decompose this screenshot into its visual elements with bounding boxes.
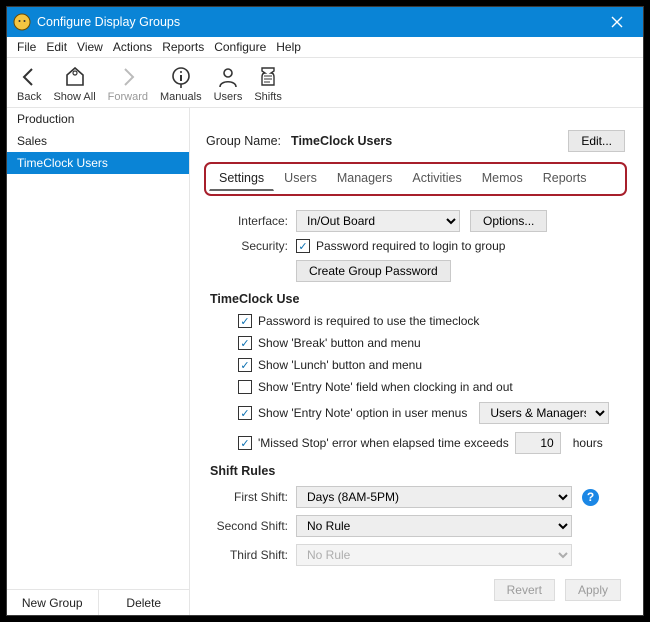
create-password-button[interactable]: Create Group Password <box>296 260 451 282</box>
revert-button[interactable]: Revert <box>494 579 555 601</box>
title-bar: Configure Display Groups <box>7 7 643 37</box>
group-name-label: Group Name: <box>206 134 281 148</box>
chk-show-lunch[interactable]: ✓ <box>238 358 252 372</box>
second-shift-select[interactable]: No Rule <box>296 515 572 537</box>
first-shift-select[interactable]: Days (8AM-5PM) <box>296 486 572 508</box>
chk-entry-note-field[interactable] <box>238 380 252 394</box>
sidebar: Production Sales TimeClock Users New Gro… <box>7 108 190 615</box>
settings-panel: Interface: In/Out Board Options... Secur… <box>200 204 631 573</box>
menu-reports[interactable]: Reports <box>158 38 208 56</box>
security-login-checkbox[interactable]: ✓ <box>296 239 310 253</box>
window: Configure Display Groups File Edit View … <box>6 6 644 616</box>
group-name-value: TimeClock Users <box>291 134 558 148</box>
entry-note-audience-select[interactable]: Users & Managers <box>479 402 609 424</box>
main-panel: Group Name: TimeClock Users Edit... Sett… <box>190 108 643 615</box>
toolbar: Back Show All Forward Manuals Users Shif… <box>7 58 643 108</box>
menu-edit[interactable]: Edit <box>42 38 71 56</box>
interface-select[interactable]: In/Out Board <box>296 210 460 232</box>
chk-entry-note-menu-text: Show 'Entry Note' option in user menus <box>258 406 467 420</box>
tool-manuals-label: Manuals <box>160 91 202 103</box>
tab-strip: Settings Users Managers Activities Memos… <box>204 162 627 196</box>
second-shift-label: Second Shift: <box>210 519 296 533</box>
tool-forward: Forward <box>102 63 154 105</box>
chk-show-break[interactable]: ✓ <box>238 336 252 350</box>
first-shift-label: First Shift: <box>210 490 296 504</box>
tab-reports[interactable]: Reports <box>533 166 597 191</box>
chk-missed-stop-text: 'Missed Stop' error when elapsed time ex… <box>258 436 509 450</box>
tool-shifts[interactable]: Shifts <box>248 63 288 105</box>
tab-activities[interactable]: Activities <box>402 166 471 191</box>
chk-show-lunch-text: Show 'Lunch' button and menu <box>258 358 422 372</box>
tool-users[interactable]: Users <box>208 63 249 105</box>
options-button[interactable]: Options... <box>470 210 547 232</box>
tool-users-label: Users <box>214 91 243 103</box>
group-header: Group Name: TimeClock Users Edit... <box>200 126 631 162</box>
chk-missed-stop[interactable]: ✓ <box>238 436 252 450</box>
app-icon <box>13 13 31 31</box>
group-list: Production Sales TimeClock Users <box>7 108 189 589</box>
delete-button[interactable]: Delete <box>98 590 190 615</box>
tab-users[interactable]: Users <box>274 166 327 191</box>
missed-stop-hours-input[interactable] <box>515 432 561 454</box>
chk-password-required-text: Password is required to use the timecloc… <box>258 314 479 328</box>
chk-entry-note-menu[interactable]: ✓ <box>238 406 252 420</box>
menu-actions[interactable]: Actions <box>109 38 156 56</box>
shift-rules-title: Shift Rules <box>210 464 621 478</box>
menu-help[interactable]: Help <box>272 38 305 56</box>
tool-showall-label: Show All <box>53 91 95 103</box>
chk-show-break-text: Show 'Break' button and menu <box>258 336 421 350</box>
window-title: Configure Display Groups <box>37 15 597 29</box>
tool-back-label: Back <box>17 91 41 103</box>
security-login-text: Password required to login to group <box>316 239 505 253</box>
footer: Revert Apply <box>200 573 631 607</box>
interface-label: Interface: <box>210 214 296 228</box>
tab-settings[interactable]: Settings <box>209 166 274 191</box>
chk-entry-note-field-text: Show 'Entry Note' field when clocking in… <box>258 380 513 394</box>
menu-view[interactable]: View <box>73 38 107 56</box>
body: Production Sales TimeClock Users New Gro… <box>7 108 643 615</box>
third-shift-select: No Rule <box>296 544 572 566</box>
list-item[interactable]: Sales <box>7 130 189 152</box>
tool-shifts-label: Shifts <box>254 91 282 103</box>
list-item[interactable]: TimeClock Users <box>7 152 189 174</box>
edit-button[interactable]: Edit... <box>568 130 625 152</box>
tool-manuals[interactable]: Manuals <box>154 63 208 105</box>
tab-memos[interactable]: Memos <box>472 166 533 191</box>
new-group-button[interactable]: New Group <box>7 590 98 615</box>
tool-back[interactable]: Back <box>11 63 47 105</box>
tool-showall[interactable]: Show All <box>47 63 101 105</box>
tool-forward-label: Forward <box>108 91 148 103</box>
menu-configure[interactable]: Configure <box>210 38 270 56</box>
close-button[interactable] <box>597 7 637 37</box>
sidebar-actions: New Group Delete <box>7 589 189 615</box>
menu-file[interactable]: File <box>13 38 40 56</box>
tab-managers[interactable]: Managers <box>327 166 403 191</box>
security-label: Security: <box>210 239 296 253</box>
help-icon[interactable]: ? <box>582 489 599 506</box>
hours-label: hours <box>573 436 603 450</box>
third-shift-label: Third Shift: <box>210 548 296 562</box>
apply-button[interactable]: Apply <box>565 579 621 601</box>
list-item[interactable]: Production <box>7 108 189 130</box>
menu-bar: File Edit View Actions Reports Configure… <box>7 37 643 58</box>
timeclock-use-title: TimeClock Use <box>210 292 621 306</box>
chk-password-required[interactable]: ✓ <box>238 314 252 328</box>
